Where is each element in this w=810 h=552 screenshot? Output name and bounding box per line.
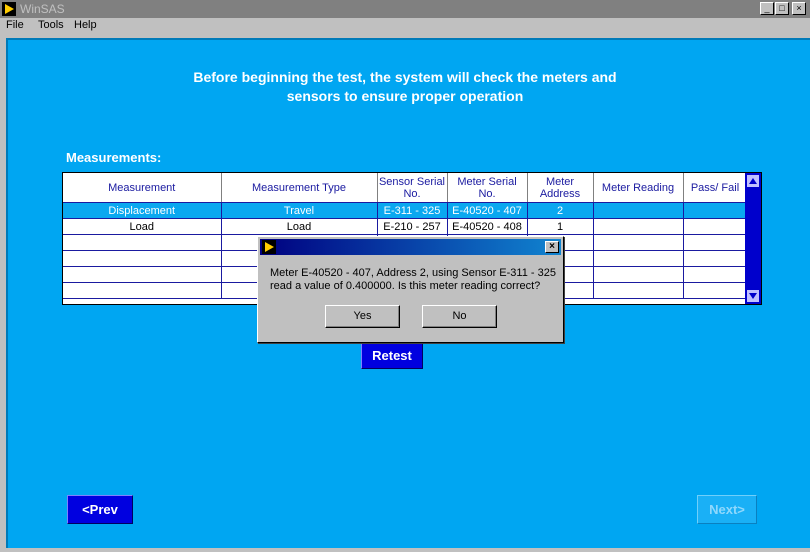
col-header-pass-fail[interactable]: Pass/ Fail [683,173,748,203]
cell-meter-address: 1 [527,218,594,235]
cell-measurement: Displacement [63,202,222,219]
cell-meter-address: 2 [527,202,594,219]
cell-pass-fail [683,202,748,219]
scroll-down-arrow-icon[interactable] [747,290,759,302]
col-header-meter-serial[interactable]: Meter Serial No. [447,173,528,203]
cell-meter-serial: E-40520 - 407 [447,202,528,219]
cell-sensor-serial: E-210 - 257 [377,218,448,235]
minimize-button[interactable]: _ [760,2,774,15]
measurements-label: Measurements: [66,150,162,165]
cell-sensor-serial: E-311 - 325 [377,202,448,219]
col-header-sensor-serial[interactable]: Sensor Serial No. [377,173,448,203]
menu-tools[interactable]: Tools [38,19,64,31]
menu-file[interactable]: File [6,19,24,31]
close-button[interactable]: × [792,2,806,15]
col-header-meter-reading[interactable]: Meter Reading [593,173,684,203]
title-bar: WinSAS _ □ × [0,0,810,18]
cell-meter-reading [593,218,684,235]
instruction-line-1: Before beginning the test, the system wi… [193,69,617,85]
table-header-row: Measurement Measurement Type Sensor Seri… [63,173,748,203]
instruction-line-2: sensors to ensure proper operation [286,88,524,104]
cell-pass-fail [683,218,748,235]
dialog-message: Meter E-40520 - 407, Address 2, using Se… [270,267,556,292]
window-title: WinSAS [20,2,65,16]
dialog-title-bar: × [260,239,561,255]
dialog-close-button[interactable]: × [545,241,559,253]
table-row[interactable]: Displacement Travel E-311 - 325 E-40520 … [63,202,748,219]
col-header-meter-address[interactable]: Meter Address [527,173,594,203]
col-header-measurement[interactable]: Measurement [63,173,222,203]
dialog-app-icon [262,240,276,254]
next-button[interactable]: Next> [697,495,757,524]
yes-button[interactable]: Yes [325,305,400,328]
table-row[interactable]: Load Load E-210 - 257 E-40520 - 408 1 [63,218,748,235]
col-header-measurement-type[interactable]: Measurement Type [221,173,378,203]
menu-bar: File Tools Help [0,18,810,34]
table-scrollbar[interactable] [745,173,761,304]
instruction-heading: Before beginning the test, the system wi… [0,68,810,106]
cell-measurement-type: Load [221,218,378,235]
maximize-button[interactable]: □ [775,2,789,15]
cell-meter-serial: E-40520 - 408 [447,218,528,235]
cell-meter-reading [593,202,684,219]
cell-measurement: Load [63,218,222,235]
confirm-dialog: × Meter E-40520 - 407, Address 2, using … [257,236,564,343]
no-button[interactable]: No [422,305,497,328]
menu-help[interactable]: Help [74,19,97,31]
scroll-up-arrow-icon[interactable] [747,175,759,187]
app-icon[interactable] [2,2,16,16]
prev-button[interactable]: <Prev [67,495,133,524]
cell-measurement-type: Travel [221,202,378,219]
retest-button[interactable]: Retest [361,343,423,369]
